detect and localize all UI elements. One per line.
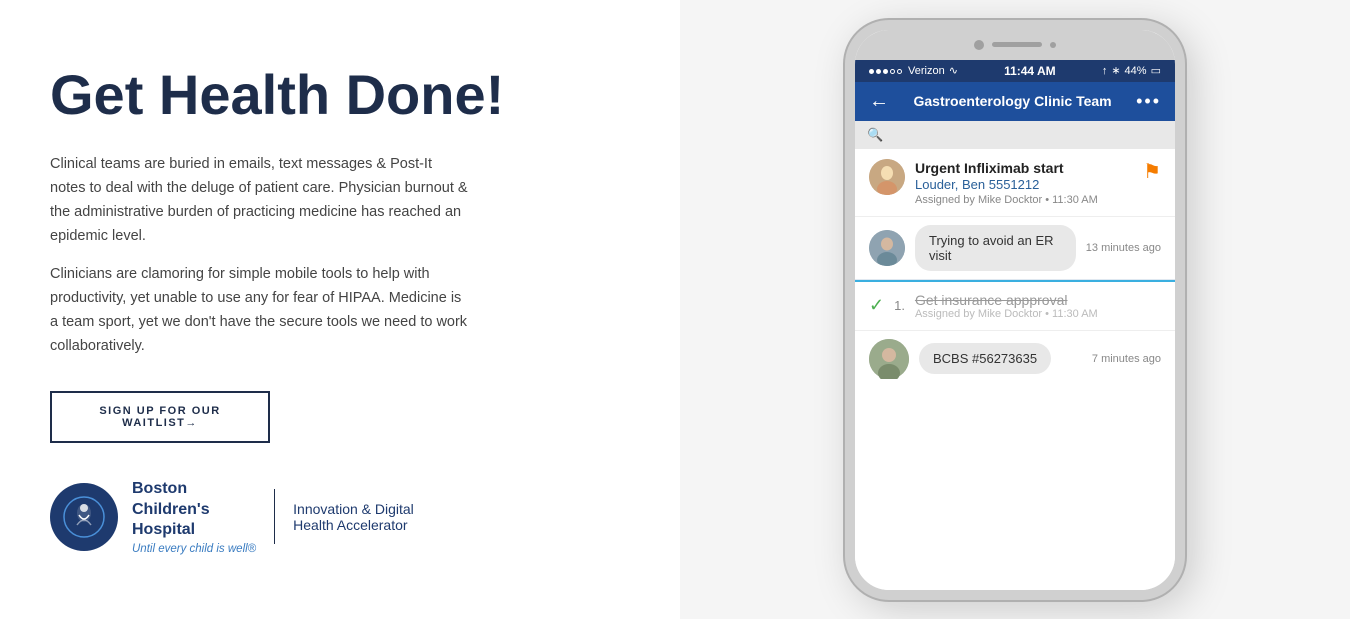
nav-title: Gastroenterology Clinic Team bbox=[913, 93, 1111, 109]
phone-bezel-top bbox=[855, 30, 1175, 60]
task-body-1: Urgent Infliximab start Louder, Ben 5551… bbox=[915, 159, 1133, 206]
status-bar: Verizon ∿ 11:44 AM ↑ ∗ 44% ▭ bbox=[855, 60, 1175, 82]
hospital-tagline: Until every child is well® bbox=[132, 543, 256, 555]
phone-camera bbox=[974, 40, 984, 50]
task-item-1[interactable]: Urgent Infliximab start Louder, Ben 5551… bbox=[855, 149, 1175, 217]
back-button[interactable]: ← bbox=[869, 90, 889, 113]
message-time-2: 7 minutes ago bbox=[1092, 353, 1161, 365]
phone-dot bbox=[1050, 42, 1056, 48]
right-panel: Verizon ∿ 11:44 AM ↑ ∗ 44% ▭ ← Gastroent… bbox=[680, 0, 1350, 619]
check-icon: ✓ bbox=[869, 295, 884, 316]
flag-icon: ⚑ bbox=[1143, 159, 1161, 184]
paragraph-1: Clinical teams are buried in emails, tex… bbox=[50, 153, 470, 249]
location-icon: ↑ bbox=[1102, 65, 1108, 77]
main-heading: Get Health Done! bbox=[50, 64, 630, 126]
message-bubble-1: Trying to avoid an ER visit bbox=[915, 225, 1076, 271]
more-button[interactable]: ••• bbox=[1136, 91, 1161, 112]
bcbs-bubble: BCBS #56273635 bbox=[919, 343, 1051, 374]
avatar-task1 bbox=[869, 159, 905, 195]
task-meta-1: Assigned by Mike Docktor • 11:30 AM bbox=[915, 194, 1133, 206]
search-icon: 🔍 bbox=[867, 127, 883, 143]
task-number-2: 1. bbox=[894, 298, 905, 313]
status-left: Verizon ∿ bbox=[869, 64, 958, 77]
hospital-logo: BostonChildren'sHospital Until every chi… bbox=[50, 479, 630, 555]
message-time-1: 13 minutes ago bbox=[1086, 242, 1161, 254]
nav-bar: ← Gastroenterology Clinic Team ••• bbox=[855, 82, 1175, 121]
carrier-name: Verizon bbox=[908, 65, 945, 77]
task-link-1[interactable]: Louder, Ben 5551212 bbox=[915, 177, 1133, 192]
phone-speaker bbox=[992, 42, 1042, 47]
hospital-name: BostonChildren'sHospital bbox=[132, 479, 256, 541]
status-time: 11:44 AM bbox=[1004, 64, 1056, 78]
task-item-2[interactable]: ✓ 1. Get insurance appproval Assigned by… bbox=[855, 282, 1175, 331]
message-item-2: BCBS #56273635 7 minutes ago bbox=[855, 331, 1175, 387]
avatar-message1 bbox=[869, 230, 905, 266]
message-item-1: Trying to avoid an ER visit 13 minutes a… bbox=[855, 217, 1175, 280]
battery-icon: ▭ bbox=[1151, 64, 1161, 77]
battery-pct: 44% bbox=[1125, 65, 1147, 77]
phone-content: Urgent Infliximab start Louder, Ben 5551… bbox=[855, 149, 1175, 590]
task-completed-meta: Assigned by Mike Docktor • 11:30 AM bbox=[915, 308, 1098, 320]
task-completed-body: Get insurance appproval Assigned by Mike… bbox=[915, 292, 1098, 320]
task-title-1: Urgent Infliximab start bbox=[915, 159, 1133, 177]
task-completed-title: Get insurance appproval bbox=[915, 292, 1098, 308]
left-panel: Get Health Done! Clinical teams are buri… bbox=[0, 0, 680, 619]
wifi-icon: ∿ bbox=[949, 64, 958, 77]
waitlist-button[interactable]: SIGN UP FOR OUR WAITLIST→ bbox=[50, 391, 270, 443]
logo-divider bbox=[274, 489, 275, 544]
hospital-subtitle: Innovation & DigitalHealth Accelerator bbox=[293, 501, 414, 533]
phone-frame: Verizon ∿ 11:44 AM ↑ ∗ 44% ▭ ← Gastroent… bbox=[845, 20, 1185, 600]
hospital-logo-circle bbox=[50, 483, 118, 551]
bluetooth-icon: ∗ bbox=[1111, 64, 1120, 77]
search-bar[interactable]: 🔍 bbox=[855, 121, 1175, 149]
paragraph-2: Clinicians are clamoring for simple mobi… bbox=[50, 263, 470, 359]
hospital-name-block: BostonChildren'sHospital Until every chi… bbox=[132, 479, 256, 555]
avatar-message2 bbox=[869, 339, 909, 379]
signal-dots bbox=[869, 65, 904, 77]
status-right: ↑ ∗ 44% ▭ bbox=[1102, 64, 1161, 77]
